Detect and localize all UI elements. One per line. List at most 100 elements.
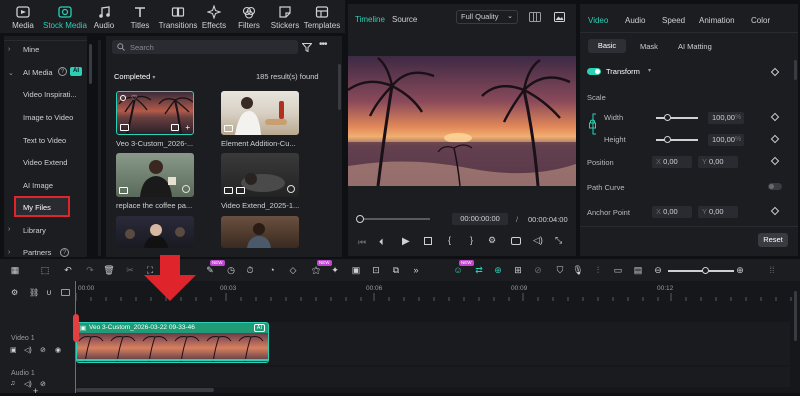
quality-dropdown[interactable]: Full Quality ⌄ (456, 10, 518, 24)
transform-toggle[interactable] (587, 68, 601, 75)
fullscreen-icon[interactable]: ⤡ (555, 235, 562, 246)
keyframe-icon[interactable] (770, 67, 780, 77)
video-clip[interactable]: ▣ Veo 3-Custom_2026-03-22 09-33-46 AI (76, 322, 269, 363)
mark-in-icon[interactable]: { (448, 235, 451, 245)
more-icon[interactable]: ••• (319, 39, 327, 50)
tab-stickers[interactable]: Stickers (266, 0, 304, 33)
subtab-basic[interactable]: Basic (588, 39, 626, 53)
sidebar-item-video-inspiration[interactable]: Video Inspirati... (23, 90, 77, 99)
timer-icon[interactable]: ⏱ (244, 264, 256, 276)
zoom-in-icon[interactable]: ⊕ (734, 264, 746, 276)
tab-color[interactable]: Color (751, 16, 770, 25)
grid-view-icon[interactable] (529, 12, 541, 22)
step-back-icon[interactable]: ⏴ (379, 237, 384, 248)
speaker-icon[interactable]: ◁) (24, 380, 32, 388)
track-view-icon[interactable] (61, 289, 70, 296)
sidebar-item-ai-image[interactable]: AI Image (23, 181, 53, 190)
help-icon[interactable]: ? (58, 67, 67, 76)
settings-icon[interactable]: ⚙ (11, 288, 18, 297)
mosaic-icon[interactable]: ▣ (350, 264, 362, 276)
stabilize-icon[interactable]: ⧉ (390, 264, 402, 276)
sidebar-item-video-extend[interactable]: Video Extend (23, 158, 67, 167)
width-slider-handle[interactable] (664, 114, 671, 121)
undo-icon[interactable]: ↶ (62, 264, 74, 276)
video-preview[interactable] (348, 56, 576, 186)
reset-button[interactable]: Reset (758, 233, 788, 247)
path-curve-toggle[interactable] (768, 183, 782, 190)
chevron-right-icon[interactable]: › (8, 226, 10, 233)
speed-icon[interactable]: ◷ (225, 264, 237, 276)
keyframe-tool-icon[interactable]: ◇ (287, 264, 299, 276)
redo-icon[interactable]: ↷ (84, 264, 96, 276)
eye-icon[interactable]: ◉ (55, 346, 61, 354)
select-tool-icon[interactable]: ⬚ (39, 264, 51, 276)
storyboard-icon[interactable]: ▭ (612, 264, 624, 276)
cut-icon[interactable]: ✂ (124, 264, 136, 276)
render-icon[interactable]: ⇄ (473, 264, 485, 276)
filter-icon[interactable] (302, 43, 312, 52)
snapshot-icon[interactable] (554, 12, 565, 22)
height-slider[interactable] (656, 139, 698, 141)
timeline-scrollbar[interactable] (76, 388, 214, 392)
tab-video[interactable]: Video (588, 16, 608, 25)
height-slider-handle[interactable] (664, 136, 671, 143)
tab-stock-media[interactable]: Stock Media (42, 0, 88, 33)
tab-timeline[interactable]: Timeline (355, 15, 385, 24)
playback-progress[interactable] (358, 218, 430, 220)
tab-animation[interactable]: Animation (699, 16, 735, 25)
media-thumbnail[interactable] (116, 153, 194, 197)
lock-track-icon[interactable]: ⊘ (40, 346, 46, 354)
previous-frame-icon[interactable]: ⏮ (358, 237, 366, 248)
width-slider[interactable] (656, 117, 698, 119)
playhead-handle[interactable] (356, 215, 364, 223)
timeline-vertical-scrollbar[interactable] (794, 291, 797, 341)
snap-icon[interactable]: ⊕ (492, 264, 504, 276)
sidebar-scrollbar[interactable] (89, 44, 92, 84)
subtab-ai-matting[interactable]: AI Matting (678, 42, 712, 51)
lock-icon[interactable] (588, 112, 598, 136)
playhead-marker[interactable] (73, 314, 79, 342)
tab-audio[interactable]: Audio (88, 0, 120, 33)
anchor-x-field[interactable]: X 0,00 (652, 206, 692, 218)
keyframe-icon[interactable] (770, 134, 780, 144)
preview-icon[interactable] (171, 124, 179, 131)
tab-media[interactable]: Media (3, 0, 43, 33)
sidebar-item-library[interactable]: Library (23, 226, 46, 235)
link-icon[interactable]: ⛓ (29, 288, 39, 297)
shield-icon[interactable]: ⛉ (554, 264, 566, 276)
tab-templates[interactable]: Templates (301, 0, 343, 33)
sidebar-item-mine[interactable]: Mine (23, 45, 39, 54)
subtab-mask[interactable]: Mask (640, 42, 658, 51)
tab-source[interactable]: Source (392, 15, 417, 24)
tab-transitions[interactable]: Transitions (157, 0, 199, 33)
delete-icon[interactable]: 🗑 (103, 264, 115, 276)
microphone-icon[interactable]: 🎙 (572, 264, 584, 276)
add-track-icon[interactable]: + (33, 386, 38, 396)
tab-effects[interactable]: Effects (196, 0, 232, 33)
media-thumbnail[interactable] (116, 216, 194, 248)
info-icon[interactable] (287, 185, 295, 193)
chevron-right-icon[interactable]: › (8, 249, 10, 256)
tracking-icon[interactable]: ⊡ (370, 264, 382, 276)
anchor-y-field[interactable]: Y 0,00 (698, 206, 738, 218)
status-dropdown[interactable]: Completed ▾ (114, 72, 155, 81)
chevron-down-icon[interactable]: ▾ (648, 67, 651, 74)
mark-icon[interactable]: ⊞ (512, 264, 524, 276)
tab-titles[interactable]: Titles (120, 0, 160, 33)
media-thumbnail[interactable] (221, 216, 299, 248)
media-thumbnail[interactable]: ♡ + (116, 91, 194, 135)
search-input[interactable]: Search (112, 40, 298, 54)
sidebar-item-partners[interactable]: Partners (23, 248, 51, 257)
speaker-icon[interactable]: ◁) (24, 346, 32, 354)
stop-icon[interactable] (424, 237, 432, 245)
position-y-field[interactable]: Y 0,00 (698, 156, 738, 168)
color-match-icon[interactable]: ◔ (266, 264, 278, 276)
audio-mixer-icon[interactable]: ⫶ (592, 264, 604, 276)
zoom-slider-handle[interactable] (702, 267, 709, 274)
volume-icon[interactable]: ◁) (533, 235, 543, 246)
current-time[interactable]: 00:00:00:00 (452, 213, 508, 225)
play-icon[interactable]: ▶ (402, 236, 410, 247)
media-thumbnail[interactable] (221, 91, 299, 135)
zoom-slider[interactable] (668, 270, 734, 272)
drag-handle-icon[interactable]: ⁞⁞ (766, 264, 778, 276)
